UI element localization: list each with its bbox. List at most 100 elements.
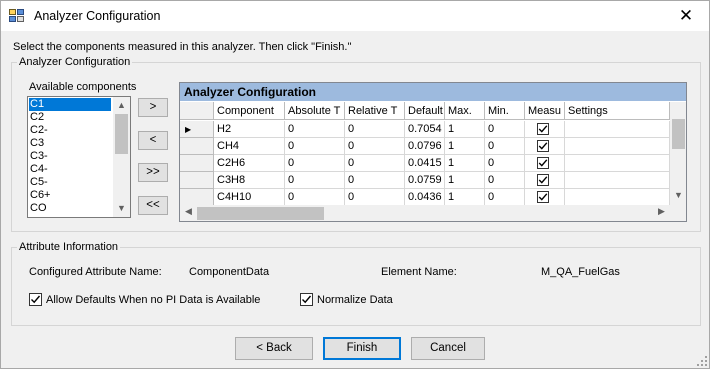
available-component-item[interactable]: C3-	[29, 150, 111, 163]
available-component-item[interactable]: C2-	[29, 124, 111, 137]
component-cell[interactable]: CH4	[214, 138, 285, 155]
relative-cell[interactable]: 0	[345, 138, 405, 155]
default-cell[interactable]: 0.7054	[405, 121, 445, 138]
absolute-cell[interactable]: 0	[285, 138, 345, 155]
row-header-cell[interactable]: ▶	[180, 121, 214, 138]
available-component-item[interactable]: C3	[29, 137, 111, 150]
row-header-cell[interactable]	[180, 155, 214, 172]
grid-row[interactable]: C3H8 0 0 0.0759 1 0	[180, 172, 670, 189]
list-scroll-thumb[interactable]	[115, 114, 128, 154]
column-header-absolute-t[interactable]: Absolute T	[285, 102, 345, 120]
grid-row[interactable]: C4H10 0 0 0.0436 1 0	[180, 189, 670, 206]
settings-cell[interactable]	[565, 189, 670, 206]
row-header-cell[interactable]	[180, 189, 214, 206]
analyzer-configuration-grid[interactable]: Analyzer Configuration Component Absolute…	[179, 82, 687, 222]
max-cell[interactable]: 1	[445, 172, 485, 189]
default-cell[interactable]: 0.0796	[405, 138, 445, 155]
grid-vertical-scrollbar[interactable]: ▼	[670, 102, 686, 205]
max-cell[interactable]: 1	[445, 138, 485, 155]
min-cell[interactable]: 0	[485, 172, 525, 189]
grid-scroll-left-icon[interactable]: ◀	[180, 206, 197, 217]
column-header-measured[interactable]: Measu	[525, 102, 565, 120]
grid-horizontal-scroll-thumb[interactable]	[197, 207, 324, 220]
settings-cell[interactable]	[565, 155, 670, 172]
measured-checkbox[interactable]	[537, 140, 549, 152]
column-header-default[interactable]: Default	[405, 102, 445, 120]
finish-button[interactable]: Finish	[323, 337, 401, 360]
back-button[interactable]: < Back	[235, 337, 313, 360]
measured-cell[interactable]	[525, 138, 565, 155]
allow-defaults-label[interactable]: Allow Defaults When no PI Data is Availa…	[46, 294, 260, 306]
default-cell[interactable]: 0.0415	[405, 155, 445, 172]
remove-all-components-button[interactable]: <<	[138, 196, 168, 215]
relative-cell[interactable]: 0	[345, 189, 405, 206]
normalize-data-checkbox[interactable]	[300, 293, 313, 306]
add-component-button[interactable]: >	[138, 98, 168, 117]
column-header-settings[interactable]: Settings	[565, 102, 670, 120]
default-cell[interactable]: 0.0436	[405, 189, 445, 206]
max-cell[interactable]: 1	[445, 121, 485, 138]
scroll-up-icon[interactable]: ▲	[113, 100, 130, 110]
min-cell[interactable]: 0	[485, 189, 525, 206]
settings-cell[interactable]	[565, 121, 670, 138]
grid-vertical-scroll-thumb[interactable]	[672, 119, 685, 149]
relative-cell[interactable]: 0	[345, 121, 405, 138]
grid-caption: Analyzer Configuration	[180, 83, 686, 101]
measured-cell[interactable]	[525, 155, 565, 172]
row-header-cell[interactable]	[180, 138, 214, 155]
remove-component-button[interactable]: <	[138, 131, 168, 150]
normalize-data-label[interactable]: Normalize Data	[317, 294, 393, 306]
available-component-item[interactable]: C2	[29, 111, 111, 124]
add-all-components-button[interactable]: >>	[138, 163, 168, 182]
settings-cell[interactable]	[565, 138, 670, 155]
measured-checkbox[interactable]	[537, 157, 549, 169]
absolute-cell[interactable]: 0	[285, 189, 345, 206]
list-vertical-scrollbar[interactable]: ▲ ▼	[113, 97, 130, 217]
component-cell[interactable]: H2	[214, 121, 285, 138]
max-cell[interactable]: 1	[445, 189, 485, 206]
available-component-item[interactable]: C1	[29, 98, 111, 111]
column-header-relative-t[interactable]: Relative T	[345, 102, 405, 120]
column-header-component[interactable]: Component	[214, 102, 285, 120]
available-component-item[interactable]: C6+	[29, 189, 111, 202]
measured-cell[interactable]	[525, 172, 565, 189]
available-component-item[interactable]: C5-	[29, 176, 111, 189]
measured-checkbox[interactable]	[537, 123, 549, 135]
min-cell[interactable]: 0	[485, 155, 525, 172]
absolute-cell[interactable]: 0	[285, 121, 345, 138]
grid-scroll-down-icon[interactable]: ▼	[670, 190, 686, 200]
relative-cell[interactable]: 0	[345, 172, 405, 189]
column-header-max[interactable]: Max.	[445, 102, 485, 120]
absolute-cell[interactable]: 0	[285, 172, 345, 189]
relative-cell[interactable]: 0	[345, 155, 405, 172]
measured-checkbox[interactable]	[537, 191, 549, 203]
available-components-list[interactable]: C1 C2 C2- C3 C3- C4- C5- C6+ CO ▲ ▼	[27, 96, 131, 218]
component-cell[interactable]: C2H6	[214, 155, 285, 172]
min-cell[interactable]: 0	[485, 138, 525, 155]
grid-row[interactable]: CH4 0 0 0.0796 1 0	[180, 138, 670, 155]
max-cell[interactable]: 1	[445, 155, 485, 172]
grid-row[interactable]: ▶ H2 0 0 0.7054 1 0	[180, 121, 670, 138]
measured-cell[interactable]	[525, 121, 565, 138]
settings-cell[interactable]	[565, 172, 670, 189]
scroll-down-icon[interactable]: ▼	[113, 203, 130, 213]
grid-row[interactable]: C2H6 0 0 0.0415 1 0	[180, 155, 670, 172]
available-component-item[interactable]: CO	[29, 202, 111, 215]
cancel-button[interactable]: Cancel	[411, 337, 485, 360]
component-cell[interactable]: C4H10	[214, 189, 285, 206]
grid-horizontal-scrollbar[interactable]: ◀ ▶	[180, 205, 670, 221]
column-header-min[interactable]: Min.	[485, 102, 525, 120]
component-cell[interactable]: C3H8	[214, 172, 285, 189]
available-component-item[interactable]: C4-	[29, 163, 111, 176]
absolute-cell[interactable]: 0	[285, 155, 345, 172]
measured-checkbox[interactable]	[537, 174, 549, 186]
default-cell[interactable]: 0.0759	[405, 172, 445, 189]
close-icon[interactable]: ✕	[663, 1, 709, 31]
min-cell[interactable]: 0	[485, 121, 525, 138]
grid-scroll-corner	[670, 205, 686, 221]
measured-cell[interactable]	[525, 189, 565, 206]
allow-defaults-checkbox[interactable]	[29, 293, 42, 306]
grid-scroll-right-icon[interactable]: ▶	[653, 206, 670, 217]
row-header-cell[interactable]	[180, 172, 214, 189]
resize-grip-icon[interactable]	[697, 356, 707, 366]
